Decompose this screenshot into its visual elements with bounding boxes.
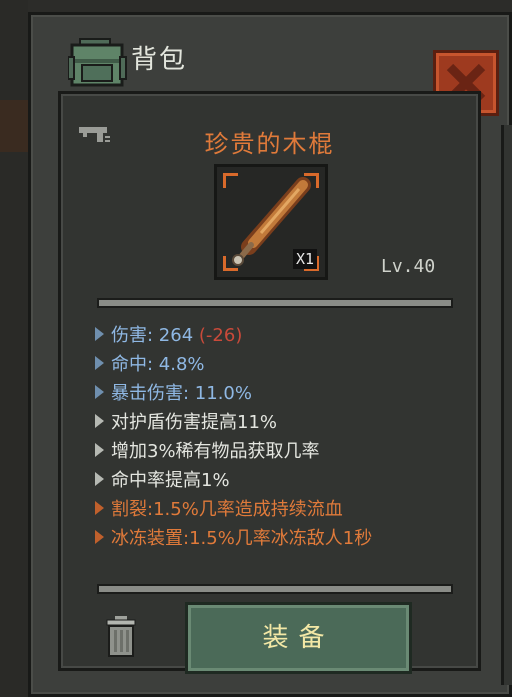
quantity-badge: X1 (292, 249, 317, 269)
bullet-arrow-icon (95, 356, 104, 370)
stat-row-bleed: 割裂:1.5%几率造成持续流血 (95, 494, 475, 523)
stat-value: 11.0% (194, 383, 252, 404)
item-detail-card: 珍贵的木棍 X1 Lv.40 伤害: 264 (-26) 命中: 4.8% 暴击… (58, 91, 481, 674)
bullet-arrow-icon (95, 530, 104, 544)
stat-row-accuracy: 命中: 4.8% (95, 349, 475, 378)
background-stripe (0, 100, 28, 152)
stat-text: 暴击伤害: 11.0% (111, 379, 252, 405)
equip-button[interactable]: 装备 (185, 602, 412, 674)
bullet-arrow-icon (95, 472, 104, 486)
divider (97, 298, 453, 308)
stat-label: 暴击伤害: (111, 383, 195, 404)
item-name: 珍贵的木棍 (204, 130, 335, 158)
item-level: Lv.40 (381, 256, 436, 277)
stat-label: 伤害: (111, 325, 159, 346)
side-panel (501, 125, 512, 685)
trash-icon[interactable] (105, 616, 137, 662)
bullet-arrow-icon (95, 414, 104, 428)
background-top (0, 0, 512, 12)
stat-row-crit: 暴击伤害: 11.0% (95, 378, 475, 407)
stat-text: 冰冻装置:1.5%几率冰冻敌人1秒 (111, 528, 373, 549)
stat-text: 割裂:1.5%几率造成持续流血 (111, 499, 343, 520)
item-slot[interactable]: X1 (214, 164, 328, 280)
stat-row-damage: 伤害: 264 (-26) (95, 320, 475, 349)
stat-text: 增加3%稀有物品获取几率 (111, 441, 320, 462)
stat-text: 命中率提高1% (111, 470, 230, 491)
stat-row-freeze: 冰冻装置:1.5%几率冰冻敌人1秒 (95, 523, 475, 552)
stats-list: 伤害: 264 (-26) 命中: 4.8% 暴击伤害: 11.0% 对护盾伤害… (95, 320, 475, 552)
stat-delta: (-26) (198, 325, 243, 346)
stat-text: 对护盾伤害提高11% (111, 412, 278, 433)
inventory-window: 背包 珍贵的木棍 X1 Lv.40 伤害: 264 (-26) 命中: 4.8%… (28, 12, 512, 697)
window-title: 背包 (131, 45, 188, 75)
bullet-arrow-icon (95, 385, 104, 399)
divider (97, 584, 453, 594)
bullet-arrow-icon (95, 443, 104, 457)
stat-text: 命中: 4.8% (111, 350, 205, 376)
stat-row-shield: 对护盾伤害提高11% (95, 407, 475, 436)
stat-value: 4.8% (158, 354, 205, 375)
stat-value: 264 (158, 325, 194, 346)
stat-row-hitrate: 命中率提高1% (95, 465, 475, 494)
bullet-arrow-icon (95, 501, 104, 515)
backpack-icon (67, 37, 127, 87)
stat-label: 命中: (111, 354, 159, 375)
bullet-arrow-icon (95, 327, 104, 341)
stat-text: 伤害: 264 (-26) (111, 321, 242, 347)
stat-row-rare: 增加3%稀有物品获取几率 (95, 436, 475, 465)
